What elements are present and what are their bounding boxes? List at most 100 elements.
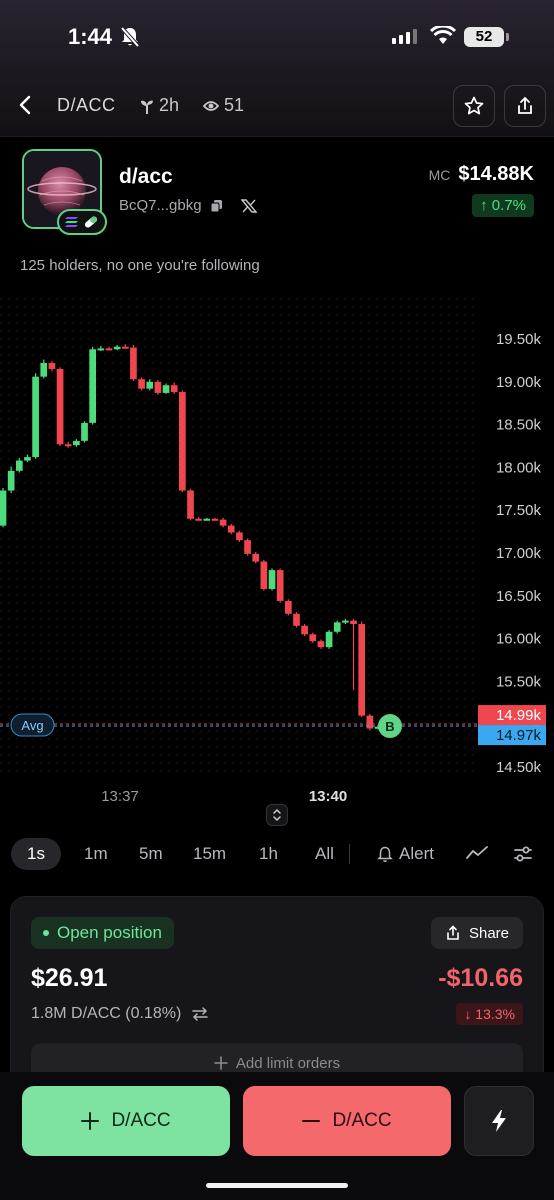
x-social-icon[interactable] — [240, 198, 257, 213]
candle-body — [146, 381, 154, 389]
y-axis-tick-label: 16.00k — [496, 631, 542, 648]
candle-body — [138, 379, 145, 389]
y-axis-tick-label: 17.50k — [496, 502, 542, 519]
add-limit-orders-label: Add limit orders — [235, 1054, 341, 1072]
candle-body — [0, 490, 7, 526]
timeframe-divider — [349, 844, 350, 864]
buy-button[interactable]: D/ACC — [22, 1086, 230, 1156]
share-icon — [518, 96, 532, 114]
candle-body — [276, 570, 284, 601]
lightning-icon — [492, 1110, 506, 1132]
cell-signal-icon — [392, 28, 417, 44]
candle-body — [350, 620, 357, 625]
line-chart-icon[interactable] — [466, 844, 488, 862]
price-chart[interactable]: 19.50k 19.00k 18.50k 18.00k 17.50k 17.00k 16.5… — [0, 298, 554, 818]
market-cap-change-badge: ↑ 0.7% — [472, 194, 534, 217]
watcher-count-value: 51 — [224, 95, 245, 115]
timeframe-all[interactable]: All — [315, 838, 334, 870]
chain-badge — [57, 209, 107, 235]
position-pnl: -$10.66 — [438, 964, 523, 992]
candle-body — [121, 346, 129, 349]
y-axis-tick-label: 18.00k — [496, 459, 542, 476]
candle-body — [48, 362, 56, 369]
plus-icon — [81, 1112, 100, 1130]
candle-body — [317, 641, 325, 648]
sell-button[interactable]: D/ACC — [243, 1086, 451, 1156]
bell-icon — [377, 846, 393, 862]
wifi-icon — [430, 26, 456, 44]
status-dot — [43, 930, 49, 936]
avg-label: Avg — [21, 718, 43, 733]
nav-title: D/ACC — [57, 95, 116, 115]
share-icon — [447, 925, 459, 940]
position-amount-row: 1.8M D/ACC (0.18%) — [31, 1005, 209, 1023]
candle-body — [24, 457, 31, 461]
y-axis-tick-label: 18.50k — [496, 417, 542, 434]
chart-expand-toggle[interactable] — [266, 804, 288, 826]
back-chevron-icon[interactable] — [14, 93, 38, 117]
settings-sliders-icon[interactable] — [513, 844, 533, 864]
alert-label: Alert — [399, 844, 434, 863]
share-position-button[interactable]: Share — [430, 917, 523, 949]
candle-body — [64, 444, 72, 447]
position-value: $26.91 — [31, 964, 108, 992]
timeframe-1m[interactable]: 1m — [84, 838, 108, 870]
timeframe-1s[interactable]: 1s — [11, 838, 61, 870]
candle-body — [358, 624, 366, 716]
timeframe-1h[interactable]: 1h — [259, 838, 278, 870]
y-axis-tick-label: 17.00k — [496, 545, 542, 562]
candle-body — [73, 440, 80, 446]
candle-body — [219, 519, 227, 526]
sprout-icon — [141, 100, 153, 114]
candle-body — [260, 561, 268, 589]
status-time: 1:44 — [68, 24, 113, 49]
y-axis-tick-label: 14.50k — [496, 759, 542, 776]
y-axis-tick-label: 16.50k — [496, 588, 542, 605]
timeframe-5m[interactable]: 5m — [139, 838, 163, 870]
timeframe-selector: 1s 1m 5m 15m 1h All Alert — [0, 838, 554, 870]
star-icon — [464, 96, 484, 115]
holders-text[interactable]: 125 holders, no one you're following — [20, 257, 260, 274]
sell-label: D/ACC — [332, 1110, 392, 1131]
copy-icon[interactable] — [210, 199, 223, 213]
token-name: d/acc — [119, 165, 173, 188]
timeframe-15m[interactable]: 15m — [193, 838, 226, 870]
y-axis-tick-label: 19.00k — [496, 374, 542, 391]
plus-icon — [214, 1056, 228, 1070]
candle-body — [113, 346, 121, 350]
buy-marker-label: B — [385, 719, 394, 734]
candle-body — [15, 460, 23, 471]
token-address-row: BcQ7...gbkg — [119, 197, 257, 214]
swap-arrows-icon[interactable] — [191, 1006, 209, 1022]
candle-body — [187, 490, 194, 519]
pill-icon — [84, 216, 98, 228]
y-axis-tick-label: 19.50k — [496, 331, 542, 348]
position-status: Open position — [57, 923, 162, 942]
candle-body — [309, 634, 317, 642]
bottom-action-bar: D/ACC D/ACC — [0, 1072, 554, 1200]
candle-body — [203, 518, 211, 521]
minus-icon — [302, 1120, 321, 1122]
x-axis-tick-label: 13:40 — [309, 788, 347, 805]
candle-body — [179, 392, 186, 491]
market-cap-value: $14.88K — [458, 163, 534, 185]
favorite-button[interactable] — [453, 85, 495, 127]
candle-body — [195, 518, 202, 521]
eye-icon — [203, 100, 219, 111]
candlestick-chart: 19.50k 19.00k 18.50k 18.00k 17.50k 17.00k 16.5… — [0, 298, 546, 805]
candle-body — [105, 348, 113, 351]
candle-body — [81, 422, 88, 441]
market-cap-label: MC — [428, 167, 451, 183]
candle-body — [32, 376, 39, 458]
position-amount: 1.8M D/ACC (0.18%) — [31, 1005, 182, 1022]
candle-body — [244, 540, 251, 554]
buy-label: D/ACC — [111, 1110, 171, 1131]
bell-off-icon — [120, 26, 140, 48]
candle-body — [284, 600, 292, 614]
watcher-count: 51 — [203, 95, 244, 116]
alert-button[interactable]: Alert — [377, 838, 434, 870]
quick-trade-button[interactable] — [464, 1086, 534, 1156]
candle-body — [325, 631, 333, 648]
share-top-button[interactable] — [504, 85, 546, 127]
open-position-badge: Open position — [31, 917, 174, 949]
